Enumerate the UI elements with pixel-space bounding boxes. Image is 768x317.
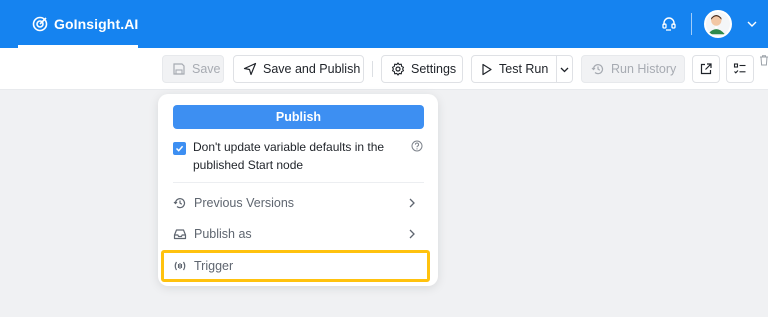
top-header: GoInsight.AI [0, 0, 768, 48]
chevron-down-icon [560, 67, 569, 72]
keep-defaults-checkbox[interactable] [173, 142, 186, 155]
trigger-icon [174, 261, 186, 271]
header-divider [691, 13, 692, 35]
run-history-button[interactable]: Run History [581, 55, 685, 83]
menu-divider [173, 182, 424, 183]
checklist-button[interactable] [726, 55, 754, 83]
publish-dropdown-panel: Publish Don't update variable defaults i… [158, 94, 438, 286]
menu-item-label: Previous Versions [194, 196, 295, 210]
toolbar-separator [372, 61, 373, 77]
checklist-icon [733, 63, 746, 74]
publish-button[interactable]: Publish [173, 105, 424, 129]
play-icon [482, 63, 492, 75]
test-run-split-button: Test Run [471, 55, 573, 83]
test-run-dropdown-button[interactable] [557, 56, 572, 82]
menu-item-trigger[interactable]: Trigger [173, 254, 424, 278]
external-link-icon [700, 63, 712, 75]
save-label: Save [192, 62, 221, 76]
brand-logo-icon [32, 16, 48, 32]
editor-toolbar: Save Save and Publish Settings Test Run [0, 48, 768, 90]
trash-icon[interactable] [758, 54, 768, 66]
save-and-publish-button[interactable]: Save and Publish [233, 55, 364, 83]
menu-item-publish-as[interactable]: Publish as [173, 222, 424, 246]
save-and-publish-label: Save and Publish [263, 62, 361, 76]
keep-defaults-label: Don't update variable defaults in the pu… [193, 140, 385, 172]
test-run-button[interactable]: Test Run [472, 56, 558, 82]
menu-item-label: Publish as [194, 227, 252, 241]
menu-item-label: Trigger [194, 259, 234, 273]
save-icon [173, 63, 185, 75]
help-icon[interactable] [411, 140, 423, 152]
settings-label: Settings [411, 62, 457, 76]
gear-icon [391, 62, 405, 76]
chevron-right-icon [409, 198, 415, 208]
avatar-image-icon [707, 15, 725, 35]
menu-item-previous-versions[interactable]: Previous Versions [173, 191, 424, 215]
run-history-icon [591, 64, 604, 75]
checkmark-icon [175, 145, 184, 152]
test-run-label: Test Run [499, 62, 549, 76]
inbox-icon [173, 229, 187, 240]
user-avatar[interactable] [704, 10, 732, 38]
send-icon [243, 62, 257, 76]
support-headset-icon[interactable] [660, 15, 678, 33]
brand-name: GoInsight.AI [54, 16, 139, 32]
open-external-button[interactable] [692, 55, 720, 83]
chevron-down-icon[interactable] [746, 18, 758, 30]
brand[interactable]: GoInsight.AI [32, 14, 138, 34]
chevron-right-icon [409, 229, 415, 239]
history-icon [173, 198, 186, 209]
run-history-label: Run History [611, 62, 677, 76]
settings-button[interactable]: Settings [381, 55, 463, 83]
save-button[interactable]: Save [162, 55, 224, 83]
